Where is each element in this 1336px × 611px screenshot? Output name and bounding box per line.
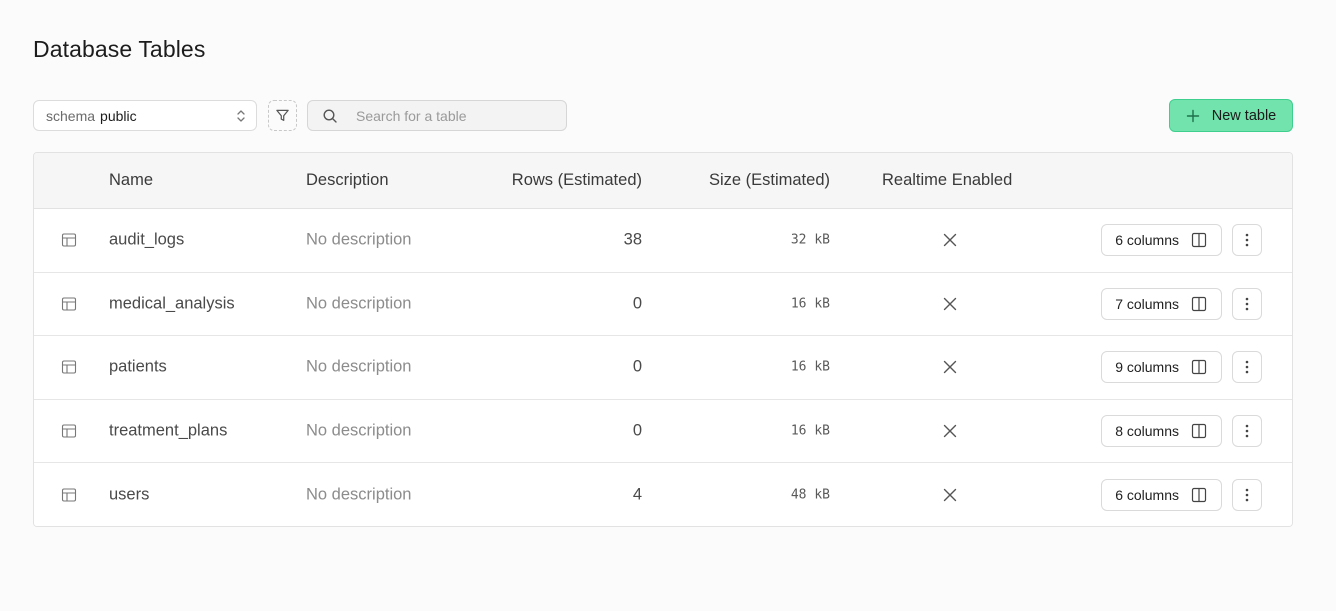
table-row[interactable]: audit_logs No description 38 32 kB 6 col… [34,209,1292,273]
page-title: Database Tables [33,36,206,62]
table-name[interactable]: treatment_plans [109,421,227,440]
columns-icon [1191,487,1207,503]
columns-count: 8 columns [1115,422,1179,439]
table-row[interactable]: patients No description 0 16 kB 9 column… [34,336,1292,400]
table-icon [61,487,77,503]
database-tables-page: Database Tables schema public New table … [0,0,1336,611]
table-row[interactable]: users No description 4 48 kB 6 columns [34,463,1292,526]
new-table-label: New table [1211,107,1277,124]
table-row-count: 4 [632,485,642,504]
table-size: 16 kB [790,423,830,439]
schema-label: schema [46,107,96,124]
table-header: Name Description Rows (Estimated) Size (… [34,153,1292,209]
table-size: 32 kB [790,232,830,248]
more-options-button[interactable] [1232,287,1262,320]
table-row-count: 38 [623,230,642,249]
columns-icon [1191,296,1207,312]
header-realtime[interactable]: Realtime Enabled [882,171,1012,190]
view-columns-button[interactable]: 9 columns [1101,351,1222,384]
columns-count: 9 columns [1115,359,1179,376]
tables-list: Name Description Rows (Estimated) Size (… [33,152,1293,527]
filter-button[interactable] [268,100,297,131]
chevron-up-down-icon [235,108,247,127]
table-size: 16 kB [790,359,830,375]
more-vertical-icon [1245,424,1249,438]
view-columns-button[interactable]: 6 columns [1101,224,1222,257]
schema-value: public [100,107,137,124]
search-input[interactable] [356,107,556,124]
new-table-button[interactable]: New table [1169,99,1293,132]
table-row-count: 0 [632,294,642,313]
schema-selector[interactable]: schema public [33,100,257,131]
search-icon [322,108,338,124]
columns-icon [1191,232,1207,248]
columns-icon [1191,359,1207,375]
table-name[interactable]: patients [109,358,167,377]
table-size: 48 kB [790,487,830,503]
x-icon [942,423,958,439]
table-description: No description [306,421,412,440]
columns-count: 7 columns [1115,295,1179,312]
more-options-button[interactable] [1232,478,1262,511]
table-description: No description [306,485,412,504]
search-box[interactable] [307,100,567,131]
header-rows[interactable]: Rows (Estimated) [512,171,642,190]
table-description: No description [306,230,412,249]
view-columns-button[interactable]: 6 columns [1101,478,1222,511]
more-vertical-icon [1245,233,1249,247]
view-columns-button[interactable]: 7 columns [1101,287,1222,320]
header-name[interactable]: Name [109,171,153,190]
more-vertical-icon [1245,488,1249,502]
x-icon [942,232,958,248]
table-row-count: 0 [632,421,642,440]
header-description[interactable]: Description [306,171,389,190]
x-icon [942,487,958,503]
table-icon [61,423,77,439]
more-vertical-icon [1245,360,1249,374]
table-row[interactable]: medical_analysis No description 0 16 kB … [34,272,1292,336]
more-vertical-icon [1245,297,1249,311]
x-icon [942,296,958,312]
x-icon [942,359,958,375]
columns-count: 6 columns [1115,232,1179,249]
header-size[interactable]: Size (Estimated) [709,171,830,190]
table-icon [61,296,77,312]
plus-icon [1186,109,1200,123]
table-row[interactable]: treatment_plans No description 0 16 kB 8… [34,399,1292,463]
filter-icon [275,108,290,123]
table-description: No description [306,294,412,313]
columns-icon [1191,423,1207,439]
table-name[interactable]: medical_analysis [109,294,235,313]
table-name[interactable]: users [109,485,149,504]
more-options-button[interactable] [1232,414,1262,447]
table-name[interactable]: audit_logs [109,231,184,250]
columns-count: 6 columns [1115,486,1179,503]
table-size: 16 kB [790,296,830,312]
table-row-count: 0 [632,357,642,376]
more-options-button[interactable] [1232,351,1262,384]
more-options-button[interactable] [1232,224,1262,257]
view-columns-button[interactable]: 8 columns [1101,414,1222,447]
table-icon [61,359,77,375]
table-description: No description [306,357,412,376]
table-icon [61,232,77,248]
